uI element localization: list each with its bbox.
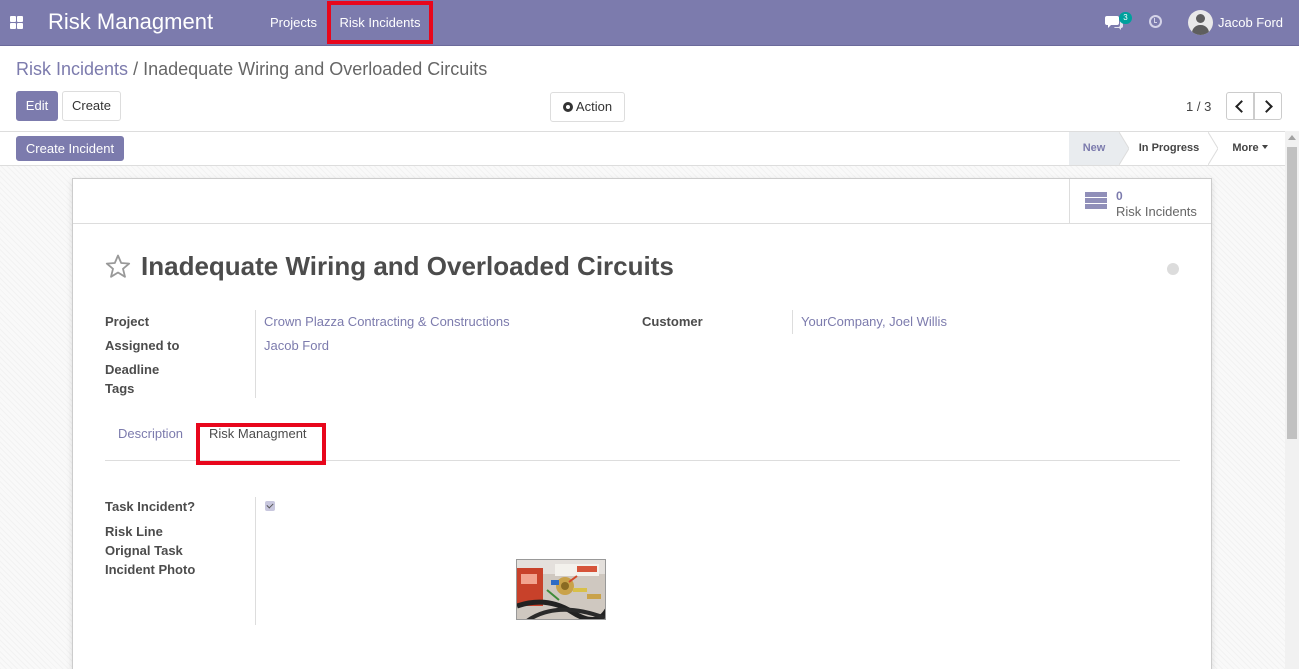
- customer-value[interactable]: YourCompany, Joel Willis: [801, 314, 947, 329]
- action-button[interactable]: Action: [550, 92, 625, 122]
- list-icon: [1085, 192, 1107, 211]
- create-button[interactable]: Create: [62, 91, 121, 121]
- highlight-risk-incidents-menu: [327, 1, 433, 44]
- task-incident-label: Task Incident?: [105, 499, 196, 514]
- field-divider: [255, 310, 256, 398]
- breadcrumb-parent[interactable]: Risk Incidents: [16, 59, 128, 79]
- risk-incidents-smart-button[interactable]: 0 Risk Incidents: [1069, 179, 1211, 224]
- vertical-scrollbar[interactable]: [1285, 131, 1299, 669]
- stage-in-progress[interactable]: In Progress: [1128, 132, 1210, 165]
- breadcrumb-separator: /: [133, 59, 139, 79]
- stage-new[interactable]: New: [1069, 132, 1119, 165]
- star-icon[interactable]: [105, 254, 131, 279]
- field-divider: [792, 310, 793, 334]
- smart-button-label: Risk Incidents: [1116, 204, 1197, 219]
- pager-next-button[interactable]: [1254, 92, 1282, 120]
- top-navbar: Risk Managment Projects Risk Incidents 3…: [0, 0, 1299, 46]
- incident-photo-label: Incident Photo: [105, 562, 196, 577]
- assigned-to-label: Assigned to: [105, 338, 180, 353]
- activity-clock-icon[interactable]: [1149, 15, 1162, 28]
- risk-line-label: Risk Line: [105, 524, 163, 539]
- menu-item-projects[interactable]: Projects: [260, 0, 327, 45]
- task-incident-checkbox[interactable]: [265, 501, 275, 511]
- tags-label: Tags: [105, 381, 135, 396]
- breadcrumb-current: Inadequate Wiring and Overloaded Circuit…: [143, 59, 488, 79]
- pager-value[interactable]: 1 / 3: [1186, 99, 1211, 114]
- pager-previous-button[interactable]: [1226, 92, 1254, 120]
- project-value[interactable]: Crown Plazza Contracting & Constructions: [264, 314, 510, 329]
- edit-button[interactable]: Edit: [16, 91, 58, 121]
- field-divider: [255, 497, 256, 625]
- form-sheet: 0 Risk Incidents Inadequate Wiring and O…: [72, 178, 1212, 669]
- user-name[interactable]: Jacob Ford: [1218, 15, 1283, 30]
- highlight-risk-managment-tab: [196, 423, 326, 465]
- stage-more-dropdown[interactable]: More: [1220, 132, 1280, 165]
- gear-icon: [562, 102, 573, 112]
- tab-description[interactable]: Description: [118, 426, 183, 441]
- incident-photo-image[interactable]: [516, 559, 606, 620]
- smart-button-count: 0: [1116, 189, 1123, 203]
- scrollbar-thumb[interactable]: [1287, 147, 1297, 439]
- chevron-left-icon: [1235, 100, 1248, 113]
- deadline-label: Deadline: [105, 362, 160, 377]
- record-title: Inadequate Wiring and Overloaded Circuit…: [141, 251, 674, 281]
- kanban-state-dot[interactable]: [1167, 263, 1179, 275]
- scroll-up-icon[interactable]: [1288, 135, 1296, 140]
- apps-menu-icon[interactable]: [10, 16, 23, 29]
- customer-label: Customer: [642, 314, 703, 329]
- assigned-to-value[interactable]: Jacob Ford: [264, 338, 329, 353]
- create-incident-button[interactable]: Create Incident: [16, 136, 124, 161]
- stage-arrow-in-progress: [1208, 132, 1218, 165]
- app-brand[interactable]: Risk Managment: [48, 9, 213, 35]
- status-bar: Create Incident New In Progress More: [0, 131, 1299, 166]
- chat-count-badge: 3: [1119, 12, 1132, 24]
- action-label: Action: [575, 99, 613, 114]
- stage-more-label: More: [1232, 142, 1259, 154]
- caret-down-icon: [1261, 145, 1268, 149]
- smart-button-box: 0 Risk Incidents: [73, 179, 1211, 224]
- user-avatar[interactable]: [1188, 10, 1213, 35]
- chevron-right-icon: [1260, 100, 1273, 113]
- orignal-task-label: Orignal Task: [105, 543, 183, 558]
- breadcrumb: Risk Incidents / Inadequate Wiring and O…: [16, 59, 487, 80]
- project-label: Project: [105, 314, 150, 329]
